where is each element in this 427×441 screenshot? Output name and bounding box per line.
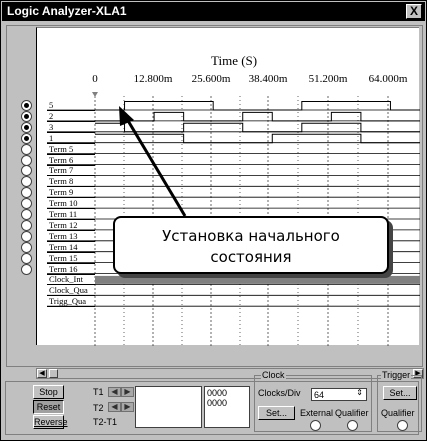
trigger-qualifier-radio[interactable] xyxy=(397,420,408,431)
clock-internal-bar xyxy=(95,275,420,284)
annotation-text: Установка начального состояния xyxy=(115,226,387,268)
annotation-callout: Установка начального состояния xyxy=(113,216,389,274)
cursor-hex-box: 0000 0000 xyxy=(204,386,250,428)
annotation-line-1: Установка начального xyxy=(162,227,340,245)
signal-trace xyxy=(95,122,420,133)
clock-set-button[interactable]: Set... xyxy=(258,406,295,420)
qualifier-radio[interactable] xyxy=(347,420,358,431)
clocks-per-div-value: 64 xyxy=(314,390,325,400)
signal-trace xyxy=(95,111,420,122)
t1-label: T1 xyxy=(93,387,104,397)
scroll-thumb[interactable] xyxy=(49,369,58,378)
annotation-line-2: состояния xyxy=(210,248,292,266)
trigger-group-title: Trigger xyxy=(381,370,412,380)
clocks-per-div-label: Clocks/Div xyxy=(258,388,301,398)
signal-trace xyxy=(95,101,420,111)
t2-left-arrow-icon[interactable]: ◀ xyxy=(108,402,121,412)
external-radio[interactable] xyxy=(310,420,321,431)
spinner-icon[interactable]: ⇕ xyxy=(356,388,363,397)
cursor-value-box xyxy=(135,386,202,428)
reverse-button[interactable]: Reverse xyxy=(33,415,68,429)
t1-left-arrow-icon[interactable]: ◀ xyxy=(108,387,121,397)
stop-button[interactable]: Stop xyxy=(33,385,64,399)
t2-value: 0000 xyxy=(207,398,228,408)
trigger-set-button[interactable]: Set... xyxy=(383,386,417,400)
annotation-arrowhead-icon xyxy=(119,106,134,126)
external-label: External xyxy=(300,408,334,418)
t2-right-arrow-icon[interactable]: ▶ xyxy=(121,402,134,412)
qualifier-label: Qualifier xyxy=(335,408,369,418)
signal-trace xyxy=(95,133,420,144)
cursor-marker-icon[interactable] xyxy=(92,92,98,97)
t2-t1-label: T2-T1 xyxy=(93,417,118,427)
reset-button[interactable]: Reset xyxy=(33,400,64,414)
trigger-qualifier-label: Qualifier xyxy=(381,408,415,418)
t2-label: T2 xyxy=(93,403,104,413)
scroll-left-icon[interactable]: ◀ xyxy=(37,369,47,378)
annotation-arrow xyxy=(125,118,187,217)
clocks-per-div-field[interactable]: 64 ⇕ xyxy=(311,388,367,401)
t1-right-arrow-icon[interactable]: ▶ xyxy=(121,387,134,397)
control-panel: Stop Reset Reverse T1 T2 T2-T1 ◀ ▶ ◀ ▶ 0… xyxy=(5,370,424,437)
t1-value: 0000 xyxy=(207,388,228,398)
clock-group-title: Clock xyxy=(261,370,286,380)
